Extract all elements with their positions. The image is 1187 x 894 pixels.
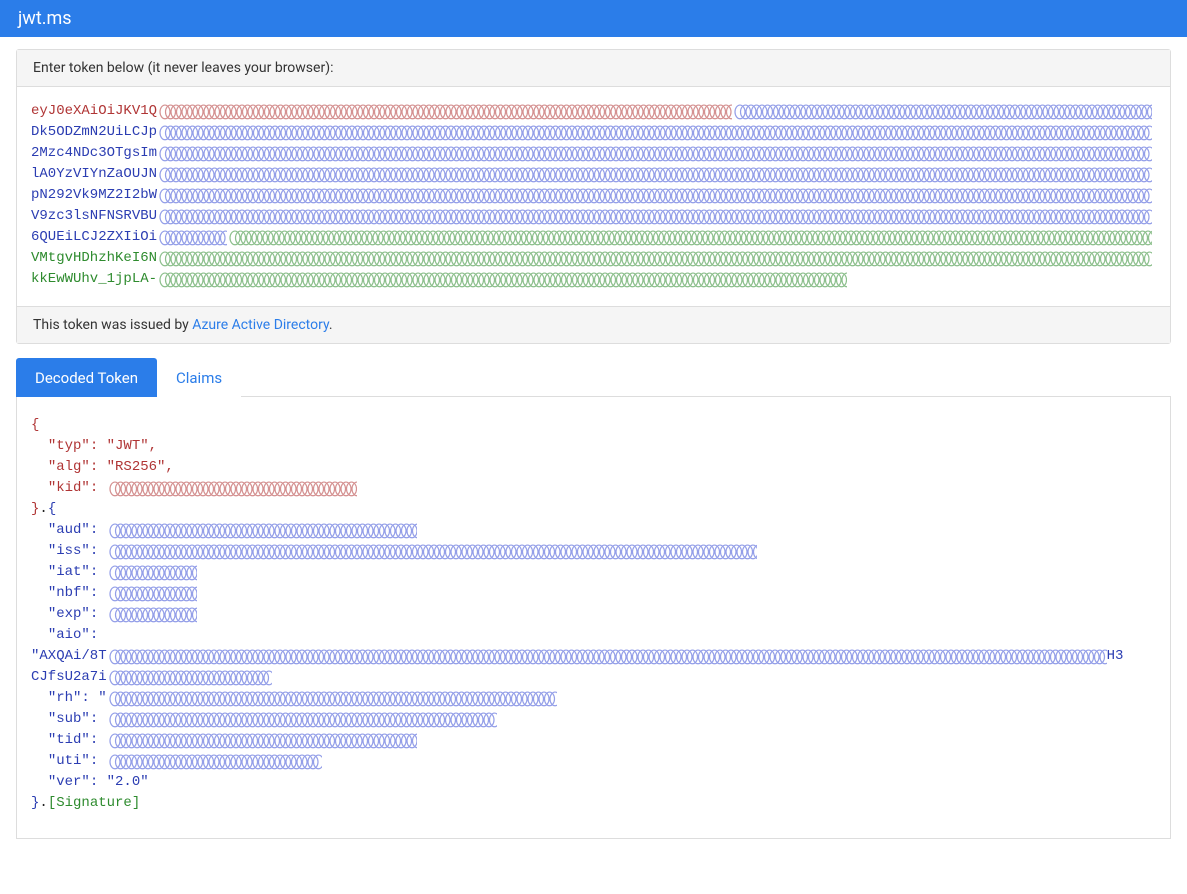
json-value: "AXQAi/8T [31, 648, 107, 664]
token-input-area[interactable]: eyJ0eXAiOiJKV1Q Dk5ODZmN2UiLCJp 2Mzc4NDc3O… [17, 87, 1170, 307]
json-value: "2.0" [107, 774, 149, 790]
redaction-scribble [157, 251, 1152, 269]
token-line: Dk5ODZmN2UiLCJp [31, 122, 1156, 143]
redaction-scribble [157, 125, 1152, 143]
redaction-scribble [107, 691, 557, 709]
issuer-prefix: This token was issued by [33, 317, 192, 333]
redaction-scribble [107, 565, 197, 583]
token-prefix: VMtgvHDhzhKeI6N [31, 250, 157, 266]
token-line: 2Mzc4NDc3OTgsIm [31, 143, 1156, 164]
token-prefix: eyJ0eXAiOiJKV1Q [31, 103, 157, 119]
json-value: "RS256", [107, 459, 174, 475]
json-separator: . [39, 795, 47, 811]
json-key: "rh": [31, 690, 98, 706]
tab-claims[interactable]: Claims [157, 358, 241, 397]
token-prefix: kkEwWUhv_1jpLA- [31, 271, 157, 287]
redaction-scribble [107, 754, 322, 772]
result-tabs: Decoded Token Claims [16, 358, 1171, 397]
json-key: "kid": [31, 480, 107, 496]
redaction-scribble [157, 146, 1152, 164]
app-title: jwt.ms [18, 8, 72, 29]
token-prefix: lA0YzVIYnZaOUJN [31, 166, 157, 182]
token-line: lA0YzVIYnZaOUJN [31, 164, 1156, 185]
json-key: "aio": [31, 627, 98, 643]
token-prefix: V9zc3lsNFNSRVBU [31, 208, 157, 224]
json-key: "iat": [31, 564, 98, 580]
json-brace: { [31, 417, 39, 433]
redaction-scribble [157, 230, 227, 248]
json-key: "tid": [31, 732, 107, 748]
decoded-token-panel: { "typ": "JWT", "alg": "RS256", "kid": }… [16, 397, 1171, 839]
issuer-link[interactable]: Azure Active Directory [192, 317, 329, 333]
token-line: V9zc3lsNFNSRVBU [31, 206, 1156, 227]
signature-label: [Signature] [48, 795, 140, 811]
redaction-scribble [107, 649, 1107, 667]
json-key: "ver": [31, 774, 107, 790]
json-key: "sub": [31, 711, 107, 727]
redaction-scribble [157, 167, 1152, 185]
token-prefix: 2Mzc4NDc3OTgsIm [31, 145, 157, 161]
app-header: jwt.ms [0, 0, 1187, 37]
json-key: "iss": [31, 543, 98, 559]
redaction-scribble [107, 712, 497, 730]
json-value: " [98, 690, 106, 706]
json-brace: { [48, 501, 56, 517]
json-value: "JWT", [107, 438, 157, 454]
token-line: kkEwWUhv_1jpLA- [31, 269, 1156, 290]
redaction-scribble [227, 230, 1152, 248]
redaction-scribble [107, 733, 417, 751]
json-separator: . [39, 501, 47, 517]
redaction-scribble [157, 272, 847, 290]
redaction-scribble [107, 481, 357, 499]
redaction-scribble [157, 209, 1152, 227]
redaction-scribble [157, 104, 732, 122]
token-prefix: Dk5ODZmN2UiLCJp [31, 124, 157, 140]
redaction-scribble [157, 188, 1152, 206]
json-value: CJfsU2a7i [31, 669, 107, 685]
redaction-scribble [107, 586, 197, 604]
main-container: Enter token below (it never leaves your … [0, 37, 1187, 869]
token-line: VMtgvHDhzhKeI6N [31, 248, 1156, 269]
json-key: "uti": [31, 753, 107, 769]
redaction-scribble [107, 523, 417, 541]
token-line: pN292Vk9MZ2I2bW [31, 185, 1156, 206]
token-input-panel: Enter token below (it never leaves your … [16, 49, 1171, 344]
json-key: "aud": [31, 522, 98, 538]
json-key: "alg": [31, 459, 107, 475]
token-line: eyJ0eXAiOiJKV1Q [31, 101, 1156, 122]
token-input-label: Enter token below (it never leaves your … [17, 50, 1170, 87]
redaction-scribble [107, 607, 197, 625]
json-value: H3 [1107, 648, 1124, 664]
json-key: "typ": [31, 438, 107, 454]
token-prefix: 6QUEiLCJ2ZXIiOi [31, 229, 157, 245]
redaction-scribble [107, 544, 757, 562]
json-key: "nbf": [31, 585, 98, 601]
token-line: 6QUEiLCJ2ZXIiOi [31, 227, 1156, 248]
json-key: "exp": [31, 606, 98, 622]
token-prefix: pN292Vk9MZ2I2bW [31, 187, 157, 203]
tab-decoded-token[interactable]: Decoded Token [16, 358, 157, 397]
issuer-footer: This token was issued by Azure Active Di… [17, 307, 1170, 343]
redaction-scribble [107, 670, 272, 688]
issuer-suffix: . [329, 317, 333, 333]
redaction-scribble [732, 104, 1152, 122]
